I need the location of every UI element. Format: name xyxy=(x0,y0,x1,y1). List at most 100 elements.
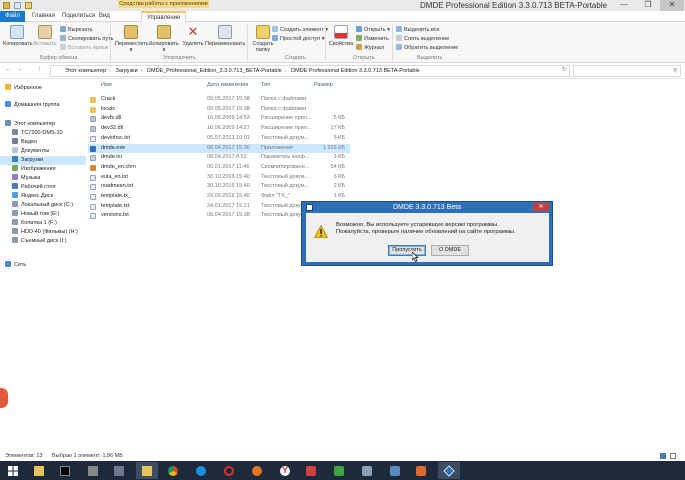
cut-button[interactable]: Вырезать xyxy=(60,26,92,33)
file-row[interactable]: dev32.dll 16.06.2009 14:27 Расширение прил… xyxy=(88,124,350,133)
properties-button[interactable]: Свойства xyxy=(328,25,354,47)
nav-item-drive-h[interactable]: HDD-40 (Фильмы) (H:) xyxy=(0,228,86,237)
taskbar-firefox[interactable] xyxy=(246,462,268,479)
nav-item-music[interactable]: Музыка xyxy=(0,174,86,183)
nav-homegroup[interactable]: Домашняя группа xyxy=(5,101,91,110)
history-button[interactable]: Журнал xyxy=(356,44,384,51)
nav-item-drive-i[interactable]: Съемный диск (I:) xyxy=(0,237,86,246)
file-row[interactable]: readmeen.txt 30.10.2016 15:40 Текстовый до… xyxy=(88,182,350,191)
copy-to-button[interactable]: Копировать в xyxy=(148,25,180,53)
column-header-name[interactable]: Имя xyxy=(101,82,112,88)
select-none-button[interactable]: Снять выделение xyxy=(396,35,449,42)
file-row[interactable]: dmde_en.chm 06.01.2017 11:46 Скомпилирован… xyxy=(88,163,350,172)
breadcrumb-this-pc[interactable]: Этот компьютер xyxy=(65,68,106,74)
paste-button[interactable]: Вставить xyxy=(32,25,58,47)
select-all-button[interactable]: Выделить все xyxy=(396,26,440,33)
taskbar-tool[interactable] xyxy=(356,462,378,479)
start-button[interactable] xyxy=(2,462,24,479)
open-button[interactable]: Открыть ▾ xyxy=(356,26,390,33)
tab-view[interactable]: Вид xyxy=(94,11,115,22)
quick-access-new-folder-icon[interactable] xyxy=(25,2,32,9)
close-button[interactable]: ✕ xyxy=(660,0,684,11)
file-row[interactable]: Crack 09.05.2017 15:38 Папка с файлами xyxy=(88,95,350,104)
copy-button[interactable]: Копировать xyxy=(3,25,33,47)
file-row[interactable]: dmde.exe 08.04.2017 15:36 Приложение 1 915 … xyxy=(88,143,350,153)
nav-item-documents[interactable]: Документы xyxy=(0,147,86,156)
nav-item-downloads[interactable]: Загрузки xyxy=(0,156,86,165)
paste-shortcut-button[interactable]: Вставить ярлык xyxy=(60,44,108,51)
details-view-icon[interactable] xyxy=(660,453,666,459)
rename-button[interactable]: Переименовать xyxy=(205,25,245,47)
easy-access-button[interactable]: Простой доступ ▾ xyxy=(272,35,325,42)
breadcrumb-dmde-folder[interactable]: DMDE Professional Edition 3.3.0.713 BETA… xyxy=(291,68,420,74)
file-row[interactable]: eula_en.txt 30.10.2016 15:40 Текстовый док… xyxy=(88,173,350,182)
tab-file[interactable]: Файл xyxy=(0,11,25,22)
forward-button[interactable]: → xyxy=(16,66,23,73)
column-header-date[interactable]: Дата изменения xyxy=(207,82,248,88)
dialog-close-button[interactable]: ✕ xyxy=(533,203,549,211)
file-row[interactable]: devioh‌sc.txt 05.07.2013 10:01 Текстовый д… xyxy=(88,134,350,143)
nav-favorites[interactable]: Избранное xyxy=(5,84,91,93)
nav-item-tc7200[interactable]: TC7200-DMS-10 xyxy=(0,129,86,138)
taskbar-camtasia[interactable] xyxy=(328,462,350,479)
taskbar-opera[interactable] xyxy=(218,462,240,479)
nav-network[interactable]: Сеть xyxy=(5,261,91,270)
new-folder-label: Создать папку xyxy=(252,41,274,53)
maximize-button[interactable]: ❐ xyxy=(636,0,660,11)
breadcrumb-dmde-archive[interactable]: DMDE_Professional_Edition_3.3.0.713_BETA… xyxy=(147,68,282,74)
nav-item-pictures[interactable]: Изображения xyxy=(0,165,86,174)
taskbar-chrome[interactable] xyxy=(162,462,184,479)
nav-item-drive-e[interactable]: Новый том (E:) xyxy=(0,210,86,219)
taskbar-photo-viewer[interactable] xyxy=(82,462,104,479)
file-name: dev32.dll xyxy=(101,125,124,132)
file-row[interactable]: template.tx_ 29.09.2016 15:40 Файл "TX_" 1 … xyxy=(88,192,350,201)
new-item-button[interactable]: Создать элемент ▾ xyxy=(272,26,328,33)
file-date: 05.07.2013 10:01 xyxy=(207,134,250,141)
taskbar-vivaldi[interactable] xyxy=(300,462,322,479)
file-row[interactable]: locals 09.05.2017 15:38 Папка с файлами xyxy=(88,105,350,114)
dialog-body: Возможно, Вы используете устаревшую верс… xyxy=(306,213,549,262)
breadcrumb-downloads[interactable]: Загрузки xyxy=(116,68,138,74)
back-button[interactable]: ← xyxy=(5,66,12,73)
paste-icon xyxy=(38,25,52,39)
taskbar-dmde[interactable] xyxy=(438,462,460,479)
address-box[interactable]: Этот компьютер › Загрузки › DMDE_Professio… xyxy=(50,65,570,77)
skip-button[interactable]: Пропустить xyxy=(388,245,426,256)
nav-item-desktop[interactable]: Рабочий стол xyxy=(0,183,86,192)
taskbar-explorer-active[interactable] xyxy=(136,462,158,479)
about-dmde-button[interactable]: О DMDE xyxy=(431,245,469,256)
move-to-button[interactable]: Переместить в xyxy=(115,25,149,53)
nav-item-video[interactable]: Видео xyxy=(0,138,86,147)
column-header-type[interactable]: Тип xyxy=(261,82,270,88)
invert-selection-button[interactable]: Обратить выделение xyxy=(396,44,458,51)
copy-path-button[interactable]: Скопировать путь xyxy=(60,35,114,42)
nav-this-pc[interactable]: Этот компьютер xyxy=(5,120,91,129)
refresh-button[interactable]: ↻ xyxy=(562,66,567,73)
large-icons-view-icon[interactable] xyxy=(670,453,676,459)
file-row[interactable]: devfs.dll 16.06.2009 14:53 Расширение прил… xyxy=(88,114,350,123)
taskbar-terminal[interactable] xyxy=(54,462,76,479)
quick-access-properties-icon[interactable] xyxy=(14,2,21,9)
copy-icon xyxy=(10,25,24,39)
search-input[interactable]: ⚲ xyxy=(573,65,681,77)
nav-item-yandex-disk[interactable]: Яндекс.Диск xyxy=(0,192,86,201)
column-header-size[interactable]: Размер xyxy=(314,82,333,88)
nav-item-drive-f[interactable]: Копилка 1 (F:) xyxy=(0,219,86,228)
nav-item-drive-c[interactable]: Локальный диск (C:) xyxy=(0,201,86,210)
taskbar-folder[interactable] xyxy=(108,462,130,479)
taskbar-calculator[interactable] xyxy=(410,462,432,479)
file-row[interactable]: dmde.ini 08.04.2017 8:52 Параметры конф...… xyxy=(88,153,350,162)
minimize-button[interactable]: — xyxy=(612,0,636,11)
quick-access-folder-icon[interactable] xyxy=(3,2,10,9)
delete-button[interactable]: ✕ Удалить xyxy=(181,25,205,48)
tab-manage[interactable]: Управление xyxy=(141,11,187,22)
taskbar-edge[interactable] xyxy=(190,462,212,479)
edit-button[interactable]: Изменить xyxy=(356,35,389,42)
file-explorer-icon xyxy=(34,466,44,476)
taskbar-yandex-browser[interactable]: Y xyxy=(274,462,296,479)
side-widget-icon[interactable] xyxy=(0,388,8,408)
tab-home[interactable]: Главная xyxy=(27,11,60,22)
taskbar-paint[interactable] xyxy=(384,462,406,479)
up-button[interactable]: ↑ xyxy=(38,66,42,73)
taskbar-file-explorer[interactable] xyxy=(28,462,50,479)
